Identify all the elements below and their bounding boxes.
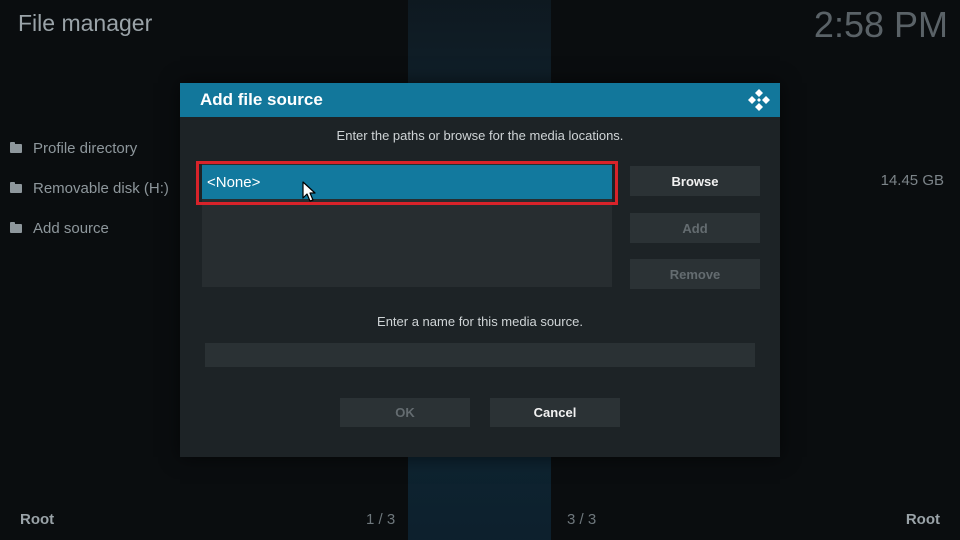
- sidebar-item-label: Profile directory: [33, 139, 138, 157]
- browse-button[interactable]: Browse: [630, 166, 760, 196]
- source-path-list: <None>: [202, 163, 612, 287]
- window-title: File manager: [18, 10, 153, 36]
- cancel-button[interactable]: Cancel: [490, 398, 620, 427]
- folder-icon: [10, 141, 22, 153]
- sidebar-item-removable-disk[interactable]: Removable disk (H:): [10, 168, 169, 208]
- source-name-field[interactable]: [205, 343, 755, 367]
- mouse-cursor-icon: [302, 181, 316, 202]
- footer-right-path: Root: [905, 511, 940, 528]
- add-file-source-dialog: Add file source Enter the paths or brows…: [180, 83, 780, 457]
- page-indicator-right: 3 / 3: [567, 511, 597, 528]
- disk-size: 14.45 GB: [880, 172, 944, 189]
- dialog-title: Add file source: [200, 90, 323, 109]
- sidebar: Profile directory Removable disk (H:) Ad…: [10, 128, 169, 248]
- sidebar-item-label: Add source: [33, 219, 109, 237]
- dialog-header: Add file source: [180, 83, 780, 117]
- footer-left-path: Root: [20, 511, 55, 528]
- page-indicator-left: 1 / 3: [366, 511, 396, 528]
- sidebar-item-label: Removable disk (H:): [33, 179, 169, 197]
- add-button[interactable]: Add: [630, 213, 760, 243]
- folder-icon: [10, 181, 22, 193]
- ok-button[interactable]: OK: [340, 398, 470, 427]
- path-instruction: Enter the paths or browse for the media …: [336, 128, 624, 143]
- clock: 2:58 PM: [813, 4, 948, 45]
- remove-button[interactable]: Remove: [630, 259, 760, 289]
- name-instruction: Enter a name for this media source.: [377, 314, 583, 329]
- path-item-label: <None>: [207, 173, 261, 191]
- sidebar-item-add-source[interactable]: Add source: [10, 208, 169, 248]
- path-list-item[interactable]: <None>: [202, 165, 612, 199]
- kodi-logo-icon: [748, 89, 770, 111]
- folder-icon: [10, 221, 22, 233]
- sidebar-item-profile-directory[interactable]: Profile directory: [10, 128, 169, 168]
